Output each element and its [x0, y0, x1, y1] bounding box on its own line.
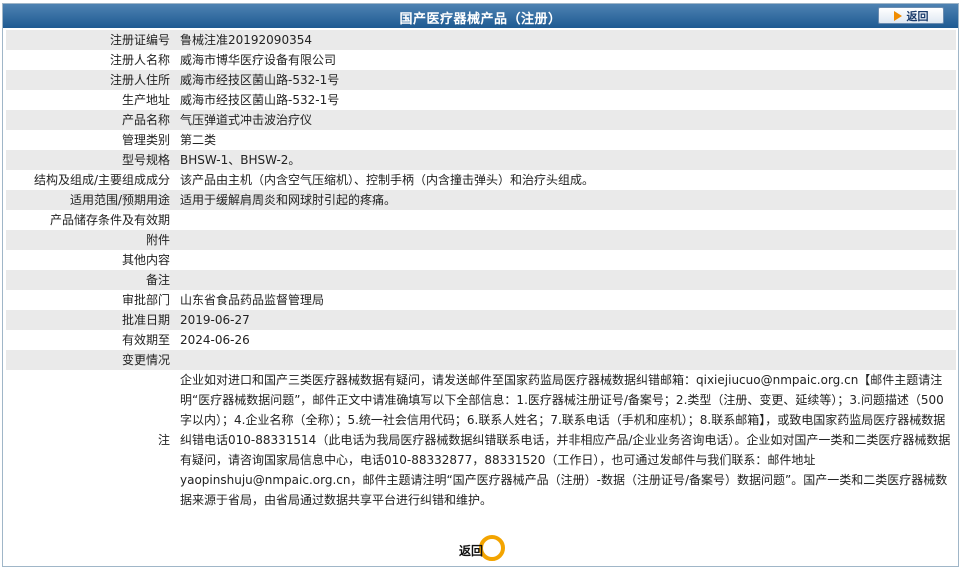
- table-row: 批准日期 2019-06-27: [6, 310, 956, 330]
- table-row: 附件: [6, 230, 956, 250]
- field-value: 威海市博华医疗设备有限公司: [176, 50, 956, 70]
- field-label: 注册人名称: [6, 50, 176, 70]
- field-value: 该产品由主机（内含空气压缩机）、控制手柄（内含撞击弹头）和治疗头组成。: [176, 170, 956, 190]
- table-row-note: 注企业如对进口和国产三类医疗器械数据有疑问，请发送邮件至国家药监局医疗器械数据纠…: [6, 370, 956, 510]
- table-row: 注册证编号 鲁械注准20192090354: [6, 30, 956, 50]
- field-value: 威海市经技区菌山路-532-1号: [176, 70, 956, 90]
- field-value: 2019-06-27: [176, 310, 956, 330]
- back-button-bottom-label: 返回: [459, 544, 484, 558]
- table-row: 变更情况: [6, 350, 956, 370]
- field-label: 变更情况: [6, 350, 176, 370]
- table-row: 生产地址 威海市经技区菌山路-532-1号: [6, 90, 956, 110]
- detail-panel: 国产医疗器械产品（注册） 返回 注册证编号 鲁械注准20192090354 注册人名…: [2, 3, 959, 567]
- field-value: [176, 270, 956, 290]
- table-row: 审批部门 山东省食品药品监督管理局: [6, 290, 956, 310]
- field-label: 审批部门: [6, 290, 176, 310]
- table-row: 产品储存条件及有效期: [6, 210, 956, 230]
- table-row: 注册人名称 威海市博华医疗设备有限公司: [6, 50, 956, 70]
- table-row: 产品名称 气压弹道式冲击波治疗仪: [6, 110, 956, 130]
- table-row: 注册人住所 威海市经技区菌山路-532-1号: [6, 70, 956, 90]
- field-value: BHSW-1、BHSW-2。: [176, 150, 956, 170]
- field-label: 备注: [6, 270, 176, 290]
- table-row: 结构及组成/主要组成成分 该产品由主机（内含空气压缩机）、控制手柄（内含撞击弹头）…: [6, 170, 956, 190]
- field-label: 注册人住所: [6, 70, 176, 90]
- field-value: [176, 230, 956, 250]
- arrow-right-icon: [893, 10, 902, 21]
- field-label: 其他内容: [6, 250, 176, 270]
- field-value: 2024-06-26: [176, 330, 956, 350]
- field-value: 山东省食品药品监督管理局: [176, 290, 956, 310]
- field-value: 适用于缓解肩周炎和网球肘引起的疼痛。: [176, 190, 956, 210]
- field-value: 第二类: [176, 130, 956, 150]
- table-row: 其他内容: [6, 250, 956, 270]
- field-value: 气压弹道式冲击波治疗仪: [176, 110, 956, 130]
- table-row: 适用范围/预期用途 适用于缓解肩周炎和网球肘引起的疼痛。: [6, 190, 956, 210]
- note-text: 企业如对进口和国产三类医疗器械数据有疑问，请发送邮件至国家药监局医疗器械数据纠错…: [176, 370, 956, 510]
- title-bar: 国产医疗器械产品（注册） 返回: [3, 4, 958, 28]
- field-label: 注册证编号: [6, 30, 176, 50]
- field-label: 适用范围/预期用途: [6, 190, 176, 210]
- field-label: 结构及组成/主要组成成分: [6, 170, 176, 190]
- field-label: 管理类别: [6, 130, 176, 150]
- field-label: 产品名称: [6, 110, 176, 130]
- note-label: 注: [6, 370, 176, 510]
- field-label: 附件: [6, 230, 176, 250]
- field-label: 产品储存条件及有效期: [6, 210, 176, 230]
- table-row: 有效期至 2024-06-26: [6, 330, 956, 350]
- field-value: 威海市经技区菌山路-532-1号: [176, 90, 956, 110]
- table-row: 备注: [6, 270, 956, 290]
- table-row: 管理类别 第二类: [6, 130, 956, 150]
- table-row: 型号规格 BHSW-1、BHSW-2。: [6, 150, 956, 170]
- field-value: 鲁械注准20192090354: [176, 30, 956, 50]
- back-button-label: 返回: [906, 9, 929, 23]
- detail-table: 注册证编号 鲁械注准20192090354 注册人名称 威海市博华医疗设备有限公司 注册…: [6, 30, 956, 510]
- page-title: 国产医疗器械产品（注册）: [399, 12, 562, 27]
- field-label: 型号规格: [6, 150, 176, 170]
- back-button-bottom[interactable]: 返回: [457, 535, 513, 565]
- back-button-top[interactable]: 返回: [878, 7, 944, 24]
- field-label: 批准日期: [6, 310, 176, 330]
- field-value: [176, 350, 956, 370]
- field-label: 生产地址: [6, 90, 176, 110]
- field-label: 有效期至: [6, 330, 176, 350]
- field-value: [176, 250, 956, 270]
- field-value: [176, 210, 956, 230]
